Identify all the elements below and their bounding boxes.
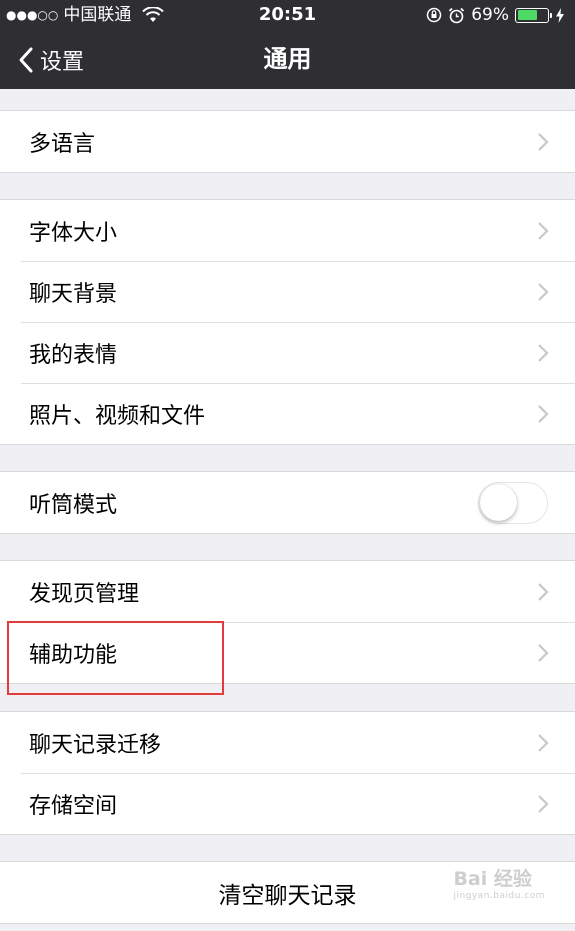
- highlight-box: [7, 621, 224, 695]
- rotation-lock-icon: [426, 7, 442, 23]
- settings-row-language[interactable]: 多语言: [0, 111, 575, 172]
- baidu-jingyan-watermark: Bai 经验 jingyan.baidu.com: [453, 870, 545, 901]
- settings-group-storage: 聊天记录迁移 存储空间: [0, 711, 575, 835]
- status-bar: ●●●○○ 中国联通 20:51 69%: [0, 0, 575, 30]
- charging-bolt-icon: [556, 7, 564, 23]
- row-label: 我的表情: [29, 342, 118, 368]
- toggle-knob: [480, 483, 517, 521]
- chevron-right-icon: [538, 132, 549, 151]
- watermark-url: jingyan.baidu.com: [453, 891, 545, 901]
- settings-group-earpiece: 听筒模式: [0, 471, 575, 534]
- battery-icon: [515, 7, 552, 23]
- settings-group-display: 字体大小 聊天背景 我的表情 照片、视频和文件: [0, 199, 575, 445]
- settings-row-my-stickers[interactable]: 我的表情: [0, 322, 575, 383]
- row-label: 听筒模式: [29, 492, 118, 518]
- settings-row-photos-videos-files[interactable]: 照片、视频和文件: [0, 383, 575, 444]
- battery-level-fill: [517, 10, 537, 20]
- settings-row-discover-manage[interactable]: 发现页管理: [0, 561, 575, 622]
- chevron-right-icon: [538, 404, 549, 423]
- row-label: 存储空间: [29, 793, 118, 819]
- settings-row-chat-migration[interactable]: 聊天记录迁移: [0, 712, 575, 773]
- row-label: 多语言: [29, 131, 96, 157]
- settings-row-font-size[interactable]: 字体大小: [0, 200, 575, 261]
- chevron-right-icon: [538, 221, 549, 240]
- clear-chat-history-label: 清空聊天记录: [218, 882, 357, 909]
- chevron-right-icon: [538, 343, 549, 362]
- chevron-right-icon: [538, 794, 549, 813]
- watermark-brand: Bai 经验: [453, 868, 532, 890]
- settings-group-language: 多语言: [0, 110, 575, 173]
- battery-percent: 69%: [471, 5, 509, 25]
- row-label: 照片、视频和文件: [29, 403, 206, 429]
- chevron-right-icon: [538, 643, 549, 662]
- row-label: 发现页管理: [29, 581, 140, 607]
- settings-row-chat-background[interactable]: 聊天背景: [0, 261, 575, 322]
- chevron-right-icon: [538, 733, 549, 752]
- alarm-icon: [449, 7, 465, 23]
- settings-row-earpiece-mode: 听筒模式: [0, 472, 575, 533]
- page-title: 通用: [263, 45, 312, 73]
- navigation-bar: 设置 通用: [0, 30, 575, 89]
- row-label: 字体大小: [29, 220, 118, 246]
- top-bar: ●●●○○ 中国联通 20:51 69% 设置 通用: [0, 0, 575, 89]
- earpiece-mode-toggle[interactable]: [478, 481, 548, 524]
- chevron-right-icon: [538, 582, 549, 601]
- row-label: 聊天背景: [29, 281, 118, 307]
- settings-row-storage-space[interactable]: 存储空间: [0, 773, 575, 834]
- status-right: 69%: [426, 0, 565, 30]
- chevron-right-icon: [538, 282, 549, 301]
- row-label: 聊天记录迁移: [29, 732, 162, 758]
